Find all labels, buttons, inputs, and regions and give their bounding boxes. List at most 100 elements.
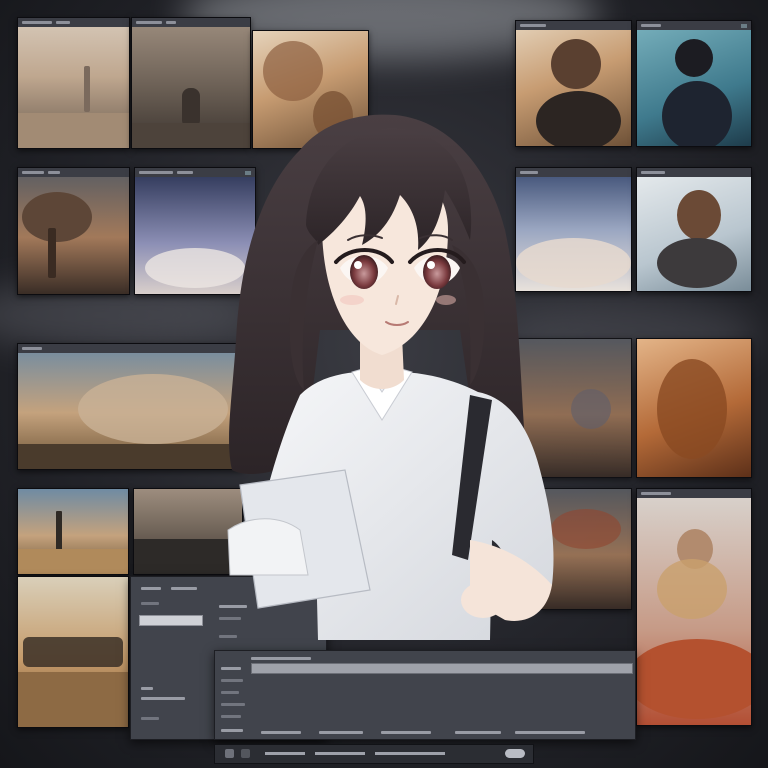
tile-titlebar [18,344,242,353]
ground-shape [18,113,129,148]
details-panel [214,650,636,740]
image-tile-red-storm[interactable] [540,488,632,610]
panel-text [219,635,237,638]
image-tile-twilight[interactable] [134,167,256,295]
cloud-shape [551,509,621,549]
mouth [385,321,409,326]
image-tile-angel[interactable] [636,488,752,726]
tile-titlebar [637,21,751,30]
panel-text [381,731,431,734]
panel-text [219,617,241,620]
panel-text [515,731,585,734]
panel-text [141,697,185,700]
right-eye-highlight [427,261,435,269]
details-input[interactable] [251,663,633,674]
ground-shape [132,123,250,148]
ground-shape [134,539,242,574]
tile-titlebar [135,168,255,177]
image-tile-cloudy-landscape[interactable] [17,343,243,470]
blush-left [340,295,364,305]
coat-shape [662,81,732,146]
image-tile-blue-sky[interactable] [515,167,632,292]
side-lock-right [452,245,485,385]
panel-text [219,605,247,608]
image-tile-sepia-scene[interactable] [252,30,369,149]
taskbar-text [315,752,365,755]
hair-shape [677,190,721,240]
tree-shape [263,41,323,101]
nose [395,295,399,305]
left-iris [350,255,378,289]
image-tile-cityscape[interactable] [17,17,130,149]
tree-trunk [48,228,56,278]
tile-titlebar [18,18,129,27]
image-tile-brown-haired-girl[interactable] [636,167,752,292]
right-brow [419,234,453,241]
image-tile-brown-haired-boy[interactable] [515,20,632,147]
ground-shape [18,444,242,469]
panel-text [221,703,245,706]
left-eye-highlight [354,261,362,269]
figure-shape [182,88,200,128]
image-tile-riders[interactable] [17,576,129,728]
image-tile-windswept-tree[interactable] [17,167,130,295]
cloud-shape [516,238,631,288]
panel-text [221,667,241,670]
image-tile-ruins[interactable] [131,17,251,149]
hair-shape [675,39,713,77]
tile-titlebar [637,489,751,498]
tile-titlebar [637,168,751,177]
tile-titlebar [516,168,631,177]
panel-text [221,691,239,694]
taskbar-button[interactable] [241,749,250,758]
image-tile-dark-haired-boy[interactable] [636,20,752,147]
tower-shape [84,66,90,112]
taskbar-text [265,752,305,755]
panel-text [251,657,311,660]
panel-text [141,602,159,605]
right-lash [408,248,466,264]
panel-text [221,729,243,732]
tree-canopy [22,192,92,242]
sun-shape [571,389,611,429]
left-lash [334,248,394,264]
face [322,165,448,355]
panel-input[interactable] [139,615,203,626]
taskbar-button[interactable] [225,749,234,758]
hair-shape [551,39,601,89]
hand [461,582,505,618]
bag-strap [452,395,492,560]
right-iris [423,255,451,289]
cloud-mass [78,374,228,444]
crowd-shape [23,637,123,667]
collar [351,367,413,421]
left-eye-white [340,256,388,285]
taskbar-text [375,752,445,755]
side-lock-left [289,240,318,390]
coat-shape [657,238,737,288]
image-tile-dark-landscape[interactable] [133,488,243,575]
neck [360,335,404,389]
image-tile-amber-figure[interactable] [636,338,752,478]
image-tile-windmill[interactable] [17,488,129,575]
windmill-shape [56,511,62,551]
image-tile-stormy[interactable] [515,338,632,478]
tile-titlebar [18,168,129,177]
panel-text [141,717,159,720]
panel-text [171,587,197,590]
sea-shape [637,639,751,719]
back-hair [229,114,525,475]
panel-text [141,587,161,590]
taskbar-toggle[interactable] [505,749,525,758]
ground-shape [18,672,128,727]
panel-text [319,731,363,734]
panel-text [221,715,241,718]
panel-text [455,731,501,734]
blush-right [436,295,456,305]
wing-shape [657,559,727,619]
panel-text [261,731,301,734]
figure-shape [313,91,353,141]
tile-titlebar [132,18,250,27]
panel-text [221,679,243,682]
panel-text [141,687,153,690]
